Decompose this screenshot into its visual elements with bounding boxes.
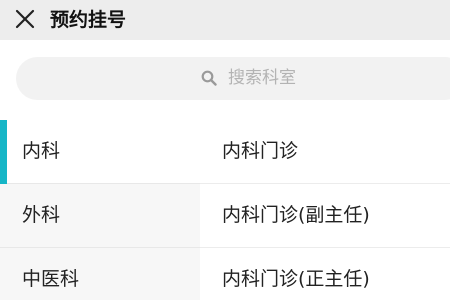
clinic-label: 内科门诊: [222, 140, 299, 162]
clinic-list: 内科门诊 内科门诊(副主任) 内科门诊(正主任): [200, 120, 450, 300]
search-input[interactable]: 搜索科室: [16, 57, 450, 100]
department-list: 内科 外科 中医科: [0, 120, 200, 300]
close-button[interactable]: [12, 6, 38, 32]
department-item-internal-medicine[interactable]: 内科: [0, 120, 200, 184]
clinic-label: 内科门诊(副主任): [222, 204, 370, 226]
clinic-item[interactable]: 内科门诊(正主任): [200, 248, 450, 300]
department-item-surgery[interactable]: 外科: [0, 184, 200, 248]
clinic-item[interactable]: 内科门诊(副主任): [200, 184, 450, 248]
department-label: 外科: [22, 204, 61, 226]
department-label: 中医科: [22, 268, 80, 290]
page-title: 预约挂号: [50, 9, 127, 31]
clinic-label: 内科门诊(正主任): [222, 268, 370, 290]
close-icon: [12, 6, 38, 32]
header-bar: 预约挂号: [0, 0, 450, 40]
clinic-item[interactable]: 内科门诊: [200, 120, 450, 184]
search-area: 搜索科室: [0, 40, 450, 120]
appointment-page: 预约挂号 搜索科室 内科 外科 中医科 内科门诊 内科门诊(副主任) 内科门诊(…: [0, 0, 450, 300]
department-label: 内科: [22, 140, 61, 162]
search-icon: [201, 70, 217, 86]
search-placeholder: 搜索科室: [228, 68, 296, 88]
department-item-tcm[interactable]: 中医科: [0, 248, 200, 300]
